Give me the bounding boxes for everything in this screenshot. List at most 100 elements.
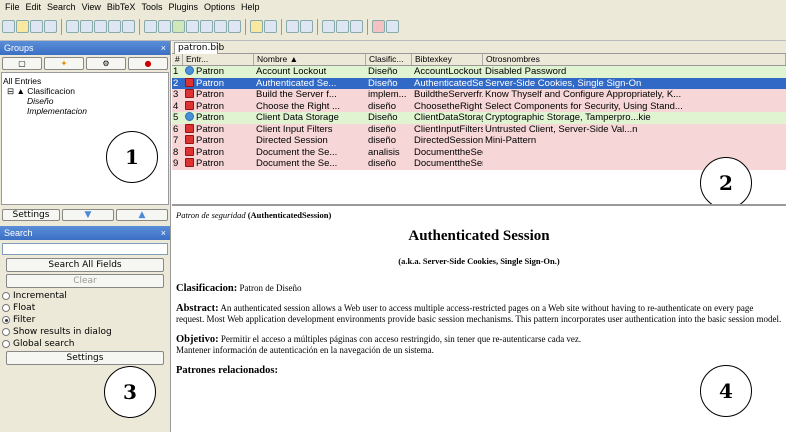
auto-group-button[interactable]: ⚙	[86, 57, 126, 70]
edit-entry-icon[interactable]	[186, 20, 199, 33]
menu-edit[interactable]: Edit	[23, 2, 45, 12]
search-settings-button[interactable]: Settings	[6, 351, 164, 365]
table-icon[interactable]	[336, 20, 349, 33]
new-icon[interactable]	[2, 20, 15, 33]
latex-icon[interactable]	[372, 20, 385, 33]
callout-2: 2	[700, 157, 752, 204]
separator	[139, 18, 140, 35]
menu-plugins[interactable]: Plugins	[165, 2, 201, 12]
table-row[interactable]: 1 Patron Account Lockout Diseño AccountLocko…	[172, 66, 786, 78]
save-icon[interactable]	[30, 20, 43, 33]
push-icon[interactable]	[386, 20, 399, 33]
back-icon[interactable]	[144, 20, 157, 33]
search-icon[interactable]	[286, 20, 299, 33]
web-link-icon[interactable]	[185, 66, 194, 75]
cleanup-icon[interactable]	[228, 20, 241, 33]
nombre-cell: Client Data Storage	[256, 112, 339, 123]
groups-toggle-icon[interactable]	[322, 20, 335, 33]
column-header[interactable]: Otrosnombres	[483, 54, 786, 65]
menu-help[interactable]: Help	[238, 2, 263, 12]
table-row[interactable]: 8 Patron Document the Se... analisis Documen…	[172, 146, 786, 158]
preview-key: (AuthenticatedSession)	[247, 210, 332, 220]
clear-button[interactable]: Clear	[6, 274, 164, 288]
search-option-float[interactable]: Float	[0, 302, 170, 314]
add-entry-icon[interactable]	[172, 20, 185, 33]
menu-search[interactable]: Search	[44, 2, 79, 12]
table-row[interactable]: 7 Patron Directed Session diseño DirectedSes…	[172, 135, 786, 147]
pdf-file-icon[interactable]	[185, 77, 194, 87]
pdf-file-icon[interactable]	[185, 100, 194, 110]
objetivo-text: Permitir el acceso a múltiples páginas c…	[220, 334, 582, 344]
web-link-icon[interactable]	[185, 112, 194, 121]
undo-icon[interactable]	[108, 20, 121, 33]
copy-icon[interactable]	[80, 20, 93, 33]
bibtexkey-cell: ClientDataStorage	[414, 112, 483, 123]
menu-bar: File Edit Search View BibTeX Tools Plugins Opti…	[0, 0, 786, 13]
close-icon[interactable]: ×	[161, 228, 166, 238]
column-header[interactable]: Entr...	[183, 54, 254, 65]
tab-patron-bib[interactable]: patron.bib	[174, 42, 224, 54]
expand-down-icon[interactable]: ▼	[62, 209, 114, 221]
bibtexkey-cell: DocumenttheSec...	[414, 146, 483, 158]
pdf-file-icon[interactable]	[185, 89, 194, 98]
table-row[interactable]: 2 Patron Authenticated Se... Diseño Authenti…	[172, 77, 786, 89]
search-option-filter[interactable]: Filter	[0, 314, 170, 326]
menu-view[interactable]: View	[79, 2, 104, 12]
layout-icon[interactable]	[350, 20, 363, 33]
radio-button[interactable]	[2, 340, 10, 348]
close-icon[interactable]: ×	[161, 43, 166, 53]
pdf-file-icon[interactable]	[185, 135, 194, 144]
radio-button[interactable]	[2, 316, 10, 324]
table-row[interactable]: 6 Patron Client Input Filters diseño ClientI…	[172, 123, 786, 135]
collapse-up-icon[interactable]: ▲	[116, 209, 168, 221]
preview-icon[interactable]	[300, 20, 313, 33]
paste-icon[interactable]	[94, 20, 107, 33]
table-row[interactable]: 9 Patron Document the Se... diseño Documentt…	[172, 158, 786, 170]
radio-button[interactable]	[2, 292, 10, 300]
pdf-file-icon[interactable]	[185, 158, 194, 167]
search-option-show-results-in-dialog[interactable]: Show results in dialog	[0, 326, 170, 338]
tree-item-implementacion[interactable]: Implementacion	[3, 106, 167, 116]
unmark-icon[interactable]	[264, 20, 277, 33]
search-input[interactable]	[2, 243, 168, 255]
column-header[interactable]: Nombre ▲	[254, 54, 366, 65]
column-header[interactable]: Bibtexkey	[412, 54, 483, 65]
table-row[interactable]: 4 Patron Choose the Right ... diseño Chooset…	[172, 100, 786, 112]
column-header[interactable]: #	[172, 54, 183, 65]
pdf-file-icon[interactable]	[185, 123, 194, 133]
table-row[interactable]: 3 Patron Build the Server f... implem... Bui…	[172, 89, 786, 101]
entry-type: Patron	[196, 89, 224, 100]
open-icon[interactable]	[16, 20, 29, 33]
radio-button[interactable]	[2, 304, 10, 312]
tree-item-all-entries[interactable]: All Entries	[3, 76, 167, 86]
cut-icon[interactable]	[66, 20, 79, 33]
column-header[interactable]: Clasific...	[366, 54, 412, 65]
nombre-cell: Document the Se...	[256, 146, 338, 158]
preview-header: Patron de seguridad (AuthenticatedSessio…	[176, 210, 782, 220]
radio-button[interactable]	[2, 328, 10, 336]
save-all-icon[interactable]	[44, 20, 57, 33]
search-all-fields-button[interactable]: Search All Fields	[6, 258, 164, 272]
mark-entry-icon[interactable]	[250, 20, 263, 33]
menu-options[interactable]: Options	[201, 2, 238, 12]
edit-strings-icon[interactable]	[214, 20, 227, 33]
tree-item-clasificacion[interactable]: ⊟ ▲ Clasificacion	[3, 86, 167, 96]
forward-icon[interactable]	[158, 20, 171, 33]
help-button[interactable]: ●	[128, 57, 168, 70]
edit-group-button[interactable]: ✦	[44, 57, 84, 70]
menu-bibtex[interactable]: BibTeX	[104, 2, 139, 12]
tree-item-diseno[interactable]: Diseño	[3, 96, 167, 106]
search-option-incremental[interactable]: Incremental	[0, 290, 170, 302]
table-row[interactable]: 5 Patron Client Data Storage Diseño ClientDa…	[172, 112, 786, 124]
groups-settings-button[interactable]: Settings	[2, 209, 60, 221]
menu-tools[interactable]: Tools	[138, 2, 165, 12]
pdf-file-icon[interactable]	[185, 146, 194, 156]
bibtexkey-cell: AccountLockout	[414, 66, 482, 77]
new-group-button[interactable]: ▢	[2, 57, 42, 70]
entry-preview: Patron de seguridad (AuthenticatedSessio…	[172, 208, 786, 432]
menu-file[interactable]: File	[2, 2, 23, 12]
entry-cell: Patron	[183, 66, 254, 78]
edit-preamble-icon[interactable]	[200, 20, 213, 33]
search-option-global-search[interactable]: Global search	[0, 338, 170, 350]
redo-icon[interactable]	[122, 20, 135, 33]
